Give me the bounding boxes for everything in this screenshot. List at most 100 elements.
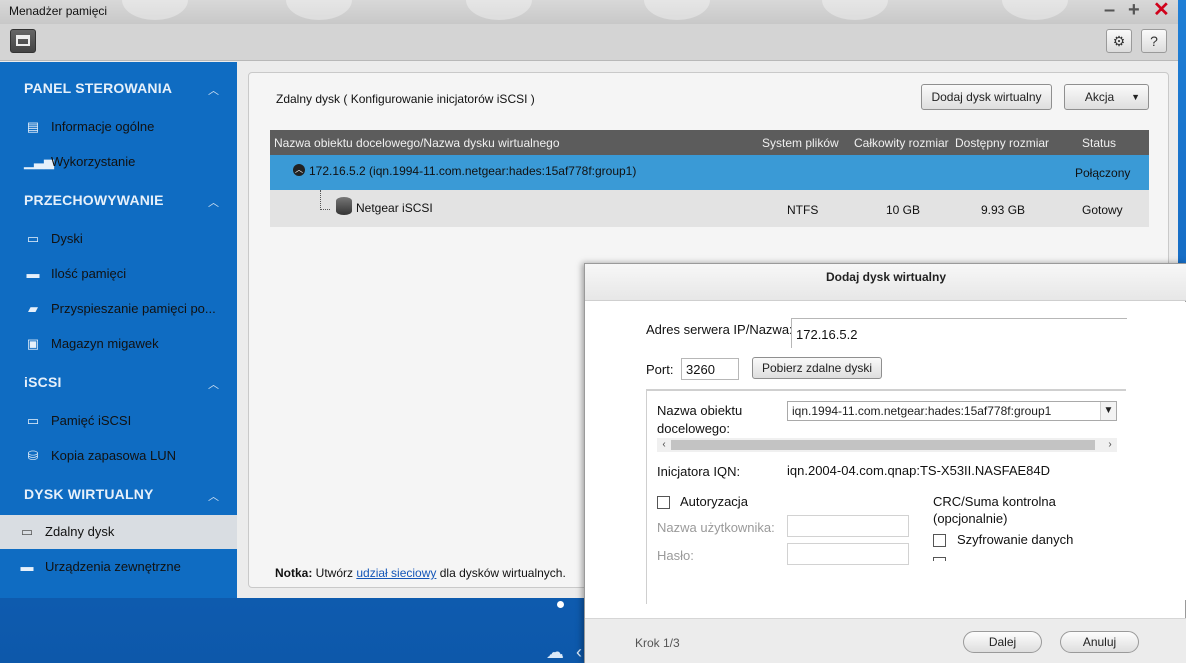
table-row[interactable]: Netgear iSCSI NTFS 10 GB 9.93 GB Gotowy	[270, 190, 1149, 227]
server-address-input[interactable]: 172.16.5.2	[791, 318, 1127, 348]
scroll-left-icon[interactable]: ‹	[657, 438, 671, 452]
panel-layout-icon	[16, 35, 30, 46]
sidebar-item-label: Pamięć iSCSI	[51, 413, 132, 428]
chevron-left-icon[interactable]: ‹	[576, 643, 582, 661]
sidebar: PANEL STEROWANIA ︿ ▤ Informacje ogólne ▁…	[0, 62, 237, 598]
initiator-iqn-label: Inicjatora IQN:	[657, 464, 741, 479]
chevron-up-icon[interactable]: ︿	[208, 376, 222, 391]
crc-label: (opcjonalnie)	[933, 511, 1008, 526]
sidebar-section-title: PRZECHOWYWANIE	[24, 192, 164, 208]
sidebar-item-overview[interactable]: ▤ Informacje ogólne	[0, 110, 237, 144]
free-size: 9.93 GB	[981, 203, 1026, 217]
list-icon: ▤	[26, 119, 40, 134]
authorization-checkbox[interactable]	[657, 496, 670, 509]
initiator-iqn-value: iqn.2004-04.com.qnap:TS-X53II.NASFAE84D	[787, 463, 1051, 478]
question-icon: ?	[1150, 33, 1158, 49]
sidebar-item-iscsi-storage[interactable]: ▭ Pamięć iSCSI	[0, 404, 237, 438]
help-button[interactable]: ?	[1141, 29, 1167, 53]
sidebar-item-label: Ilość pamięci	[51, 266, 127, 281]
storage-icon: ▬	[26, 266, 40, 281]
target-select[interactable]: iqn.1994-11.com.netgear:hades:15af778f:g…	[787, 401, 1117, 421]
clipped-checkbox-row	[933, 557, 1073, 561]
table-header: Nazwa obiektu docelowego/Nazwa dysku wir…	[270, 130, 1149, 155]
dialog-footer: Krok 1/3 Dalej Anuluj	[585, 618, 1186, 663]
sidebar-item-cache-acceleration[interactable]: ▰ Przyspieszanie pamięci po...	[0, 292, 237, 326]
column-header[interactable]: Nazwa obiektu docelowego/Nazwa dysku wir…	[274, 136, 560, 150]
sidebar-item-lun-backup[interactable]: ⛁ Kopia zapasowa LUN	[0, 439, 237, 473]
sidebar-item-disks[interactable]: ▭ Dyski	[0, 222, 237, 256]
sidebar-item-label: Informacje ogólne	[51, 119, 155, 134]
minimize-icon[interactable]: –	[1104, 0, 1115, 20]
add-virtual-disk-button[interactable]: Dodaj dysk wirtualny	[921, 84, 1052, 110]
chevron-down-icon: ▼	[1100, 402, 1116, 420]
action-dropdown-button[interactable]: Akcja ▼	[1064, 84, 1149, 110]
target-name: 172.16.5.2 (iqn.1994-11.com.netgear:hade…	[309, 164, 637, 178]
column-header[interactable]: Całkowity rozmiar	[854, 136, 949, 150]
header-digest-checkbox[interactable]	[933, 557, 946, 561]
background-app-icon	[822, 0, 888, 20]
table-row[interactable]: ︿ 172.16.5.2 (iqn.1994-11.com.netgear:ha…	[270, 155, 1149, 190]
settings-button[interactable]: ⚙	[1106, 29, 1132, 53]
backup-icon: ⛁	[27, 448, 39, 463]
external-drive-icon: ▬	[20, 559, 34, 574]
sidebar-section-title: iSCSI	[24, 374, 62, 390]
sidebar-item-usage[interactable]: ▁▃▅ Wykorzystanie	[0, 145, 237, 179]
window-title: Menadżer pamięci	[9, 4, 108, 18]
database-icon	[336, 197, 352, 215]
cancel-button[interactable]: Anuluj	[1060, 631, 1139, 653]
note-prefix: Notka:	[275, 566, 313, 580]
title-bar: Menadżer pamięci – + ✕	[0, 0, 1178, 24]
add-virtual-disk-dialog: Dodaj dysk wirtualny Adres serwera IP/Na…	[584, 263, 1186, 663]
note-text: dla dysków wirtualnych.	[436, 566, 566, 580]
crc-label: CRC/Suma kontrolna	[933, 494, 1056, 509]
virtual-disk-name: Netgear iSCSI	[356, 201, 433, 215]
sidebar-item-storage-space[interactable]: ▬ Ilość pamięci	[0, 257, 237, 291]
port-label: Port:	[646, 362, 674, 377]
note-text: Utwórz	[312, 566, 357, 580]
page-indicator-dot[interactable]	[557, 601, 564, 608]
toggle-sidebar-button[interactable]	[10, 29, 36, 53]
collapse-icon[interactable]: ︿	[293, 164, 305, 176]
close-icon[interactable]: ✕	[1153, 0, 1170, 20]
gear-icon: ⚙	[1112, 33, 1126, 49]
sidebar-item-label: Wykorzystanie	[51, 154, 136, 169]
sidebar-section-title: DYSK WIRTUALNY	[24, 486, 154, 502]
background-app-icon	[1002, 0, 1068, 20]
password-label: Hasło:	[657, 548, 694, 563]
column-header[interactable]: Dostępny rozmiar	[955, 136, 1049, 150]
bar-chart-icon: ▁▃▅	[24, 154, 54, 169]
password-input[interactable]	[787, 543, 909, 565]
chevron-up-icon[interactable]: ︿	[208, 194, 222, 209]
next-button[interactable]: Dalej	[963, 631, 1042, 653]
sidebar-item-remote-disk[interactable]: ▭ Zdalny dysk	[0, 515, 237, 549]
sidebar-section-title: PANEL STEROWANIA	[24, 80, 173, 96]
target-name-label: Nazwa obiektu	[657, 403, 743, 418]
data-encryption-label: Szyfrowanie danych	[957, 532, 1074, 547]
server-address-label: Adres serwera IP/Nazwa:	[646, 322, 793, 337]
username-label: Nazwa użytkownika:	[657, 520, 775, 535]
horizontal-scrollbar[interactable]: ‹ ›	[657, 438, 1117, 452]
maximize-icon[interactable]: +	[1128, 0, 1140, 20]
sidebar-item-snapshot-vault[interactable]: ▣ Magazyn migawek	[0, 327, 237, 361]
scroll-right-icon[interactable]: ›	[1103, 438, 1117, 452]
port-input[interactable]: 3260	[681, 358, 739, 380]
footer-note: Notka: Utwórz udział sieciowy dla dysków…	[275, 566, 566, 580]
status-text: Połączony	[1075, 166, 1131, 180]
column-header[interactable]: Status	[1082, 136, 1116, 150]
wizard-step: Krok 1/3	[635, 636, 680, 650]
sidebar-item-external-devices[interactable]: ▬ Urządzenia zewnętrzne	[0, 550, 237, 584]
dialog-title: Dodaj dysk wirtualny	[825, 270, 947, 284]
cloud-icon[interactable]: ☁	[546, 643, 564, 661]
scrollbar-thumb[interactable]	[671, 440, 1095, 450]
username-input[interactable]	[787, 515, 909, 537]
snapshot-icon: ▣	[26, 336, 40, 351]
fetch-remote-disks-button[interactable]: Pobierz zdalne dyski	[752, 357, 882, 379]
sidebar-item-label: Zdalny dysk	[45, 524, 115, 539]
chevron-up-icon[interactable]: ︿	[208, 82, 222, 97]
network-share-link[interactable]: udział sieciowy	[356, 566, 436, 580]
file-system: NTFS	[787, 203, 819, 217]
chevron-up-icon[interactable]: ︿	[208, 488, 222, 503]
sidebar-item-label: Przyspieszanie pamięci po...	[51, 301, 216, 316]
column-header[interactable]: System plików	[762, 136, 839, 150]
data-encryption-checkbox[interactable]	[933, 534, 946, 547]
